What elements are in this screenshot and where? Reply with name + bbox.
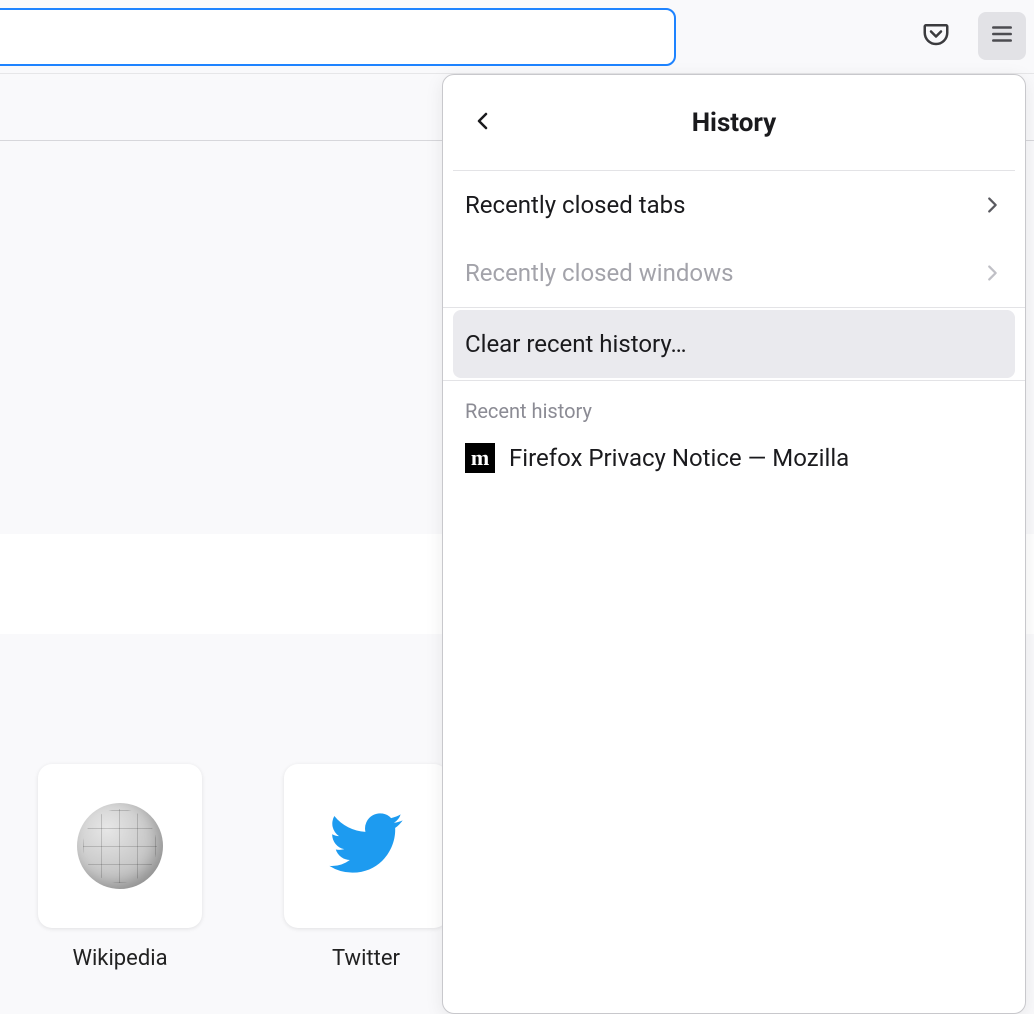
menu-row-label: Recently closed windows (465, 259, 734, 287)
url-input[interactable] (0, 10, 674, 64)
shortcut-tile (38, 764, 202, 928)
app-menu-button[interactable] (978, 12, 1026, 60)
twitter-icon (326, 804, 406, 888)
panel-header: History (453, 75, 1015, 171)
shortcut-twitter[interactable]: Twitter (284, 764, 448, 971)
wikipedia-icon (77, 803, 163, 889)
menu-row-label: Recently closed tabs (465, 191, 686, 219)
url-bar[interactable] (0, 8, 676, 66)
chevron-right-icon (981, 194, 1003, 216)
shortcut-tile (284, 764, 448, 928)
menu-row-label: Clear recent history… (465, 330, 687, 358)
hamburger-icon (989, 21, 1015, 51)
recently-closed-windows: Recently closed windows (453, 239, 1015, 307)
pocket-button[interactable] (912, 12, 960, 60)
toolbar-buttons (912, 12, 1026, 60)
chevron-left-icon (471, 109, 495, 137)
top-sites: Wikipedia Twitter (38, 764, 448, 971)
chevron-right-icon (981, 262, 1003, 284)
clear-recent-history[interactable]: Clear recent history… (453, 310, 1015, 378)
history-entry[interactable]: m Firefox Privacy Notice — Mozilla (453, 433, 1015, 483)
recently-closed-tabs[interactable]: Recently closed tabs (453, 171, 1015, 239)
history-panel: History Recently closed tabs Recently cl… (442, 74, 1026, 1014)
pocket-icon (921, 19, 951, 53)
shortcut-wikipedia[interactable]: Wikipedia (38, 764, 202, 971)
panel-separator (443, 307, 1025, 308)
browser-toolbar (0, 0, 1034, 74)
shortcut-label: Twitter (332, 946, 400, 971)
mozilla-icon: m (465, 443, 495, 473)
recent-history-section-label: Recent history (453, 381, 1015, 433)
back-button[interactable] (463, 103, 503, 143)
shortcut-label: Wikipedia (72, 946, 167, 971)
history-entry-title: Firefox Privacy Notice — Mozilla (509, 444, 849, 472)
panel-title: History (692, 108, 777, 138)
